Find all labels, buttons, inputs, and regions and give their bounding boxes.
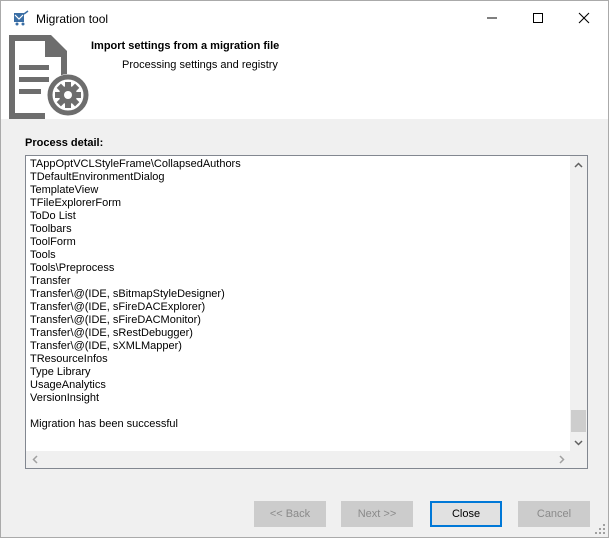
back-button[interactable]: << Back bbox=[254, 501, 326, 527]
log-line: Type Library bbox=[30, 366, 91, 378]
log-line: TFileExplorerForm bbox=[30, 197, 122, 209]
resize-grip-icon[interactable] bbox=[594, 523, 606, 535]
chevron-down-icon bbox=[574, 439, 583, 446]
vertical-scroll-thumb[interactable] bbox=[571, 410, 586, 432]
close-icon bbox=[578, 12, 590, 24]
maximize-icon bbox=[533, 13, 543, 23]
next-button[interactable]: Next >> bbox=[341, 501, 413, 527]
log-line: TemplateView bbox=[30, 184, 99, 196]
log-line: Transfer\@(IDE, sFireDACExplorer) bbox=[30, 301, 206, 313]
log-line: Transfer\@(IDE, sBitmapStyleDesigner) bbox=[30, 288, 225, 300]
cancel-button[interactable]: Cancel bbox=[518, 501, 590, 527]
log-line: Transfer\@(IDE, sFireDACMonitor) bbox=[30, 314, 201, 326]
log-line: UsageAnalytics bbox=[30, 379, 106, 391]
log-line: Tools bbox=[30, 249, 56, 261]
log-line: TResourceInfos bbox=[30, 353, 108, 365]
header-title: Import settings from a migration file bbox=[91, 40, 280, 52]
close-button[interactable]: Close bbox=[430, 501, 502, 527]
chevron-right-icon bbox=[558, 455, 565, 464]
wizard-header: Import settings from a migration file Pr… bbox=[1, 35, 608, 119]
maximize-button[interactable] bbox=[515, 1, 561, 35]
close-window-button[interactable] bbox=[561, 1, 607, 35]
log-line: Toolbars bbox=[30, 223, 72, 235]
process-detail-label: Process detail: bbox=[25, 137, 104, 149]
minimize-button[interactable] bbox=[469, 1, 515, 35]
chevron-left-icon bbox=[31, 455, 38, 464]
scroll-left-button[interactable] bbox=[26, 451, 43, 468]
log-line: VersionInsight bbox=[30, 392, 100, 404]
migration-app-icon bbox=[14, 10, 29, 26]
scroll-down-button[interactable] bbox=[570, 434, 587, 451]
scroll-right-button[interactable] bbox=[553, 451, 570, 468]
log-line: TDefaultEnvironmentDialog bbox=[30, 171, 165, 183]
log-lines: TAppOptVCLStyleFrame\CollapsedAuthors TDe… bbox=[26, 158, 566, 450]
log-line: Transfer\@(IDE, sRestDebugger) bbox=[30, 327, 193, 339]
log-line: Tools\Preprocess bbox=[30, 262, 115, 274]
horizontal-scrollbar[interactable] bbox=[26, 451, 570, 468]
log-line: ToolForm bbox=[30, 236, 76, 248]
log-line: ToDo List bbox=[30, 210, 76, 222]
log-line: Transfer bbox=[30, 275, 71, 287]
scroll-up-button[interactable] bbox=[570, 156, 587, 173]
header-subtitle: Processing settings and registry bbox=[122, 59, 278, 71]
window-title: Migration tool bbox=[36, 12, 109, 26]
settings-file-icon bbox=[9, 35, 89, 119]
migration-tool-window: Migration tool Import settings from a mi… bbox=[0, 0, 609, 538]
chevron-up-icon bbox=[574, 161, 583, 168]
process-detail-list[interactable]: TAppOptVCLStyleFrame\CollapsedAuthors TDe… bbox=[25, 155, 588, 469]
log-line: Transfer\@(IDE, sXMLMapper) bbox=[30, 340, 182, 352]
vertical-scrollbar[interactable] bbox=[570, 156, 587, 451]
title-bar[interactable]: Migration tool bbox=[1, 1, 608, 35]
scrollbar-corner bbox=[570, 451, 587, 468]
log-line: TAppOptVCLStyleFrame\CollapsedAuthors bbox=[30, 158, 241, 170]
minimize-icon bbox=[487, 17, 497, 19]
log-line: Migration has been successful bbox=[30, 418, 178, 430]
